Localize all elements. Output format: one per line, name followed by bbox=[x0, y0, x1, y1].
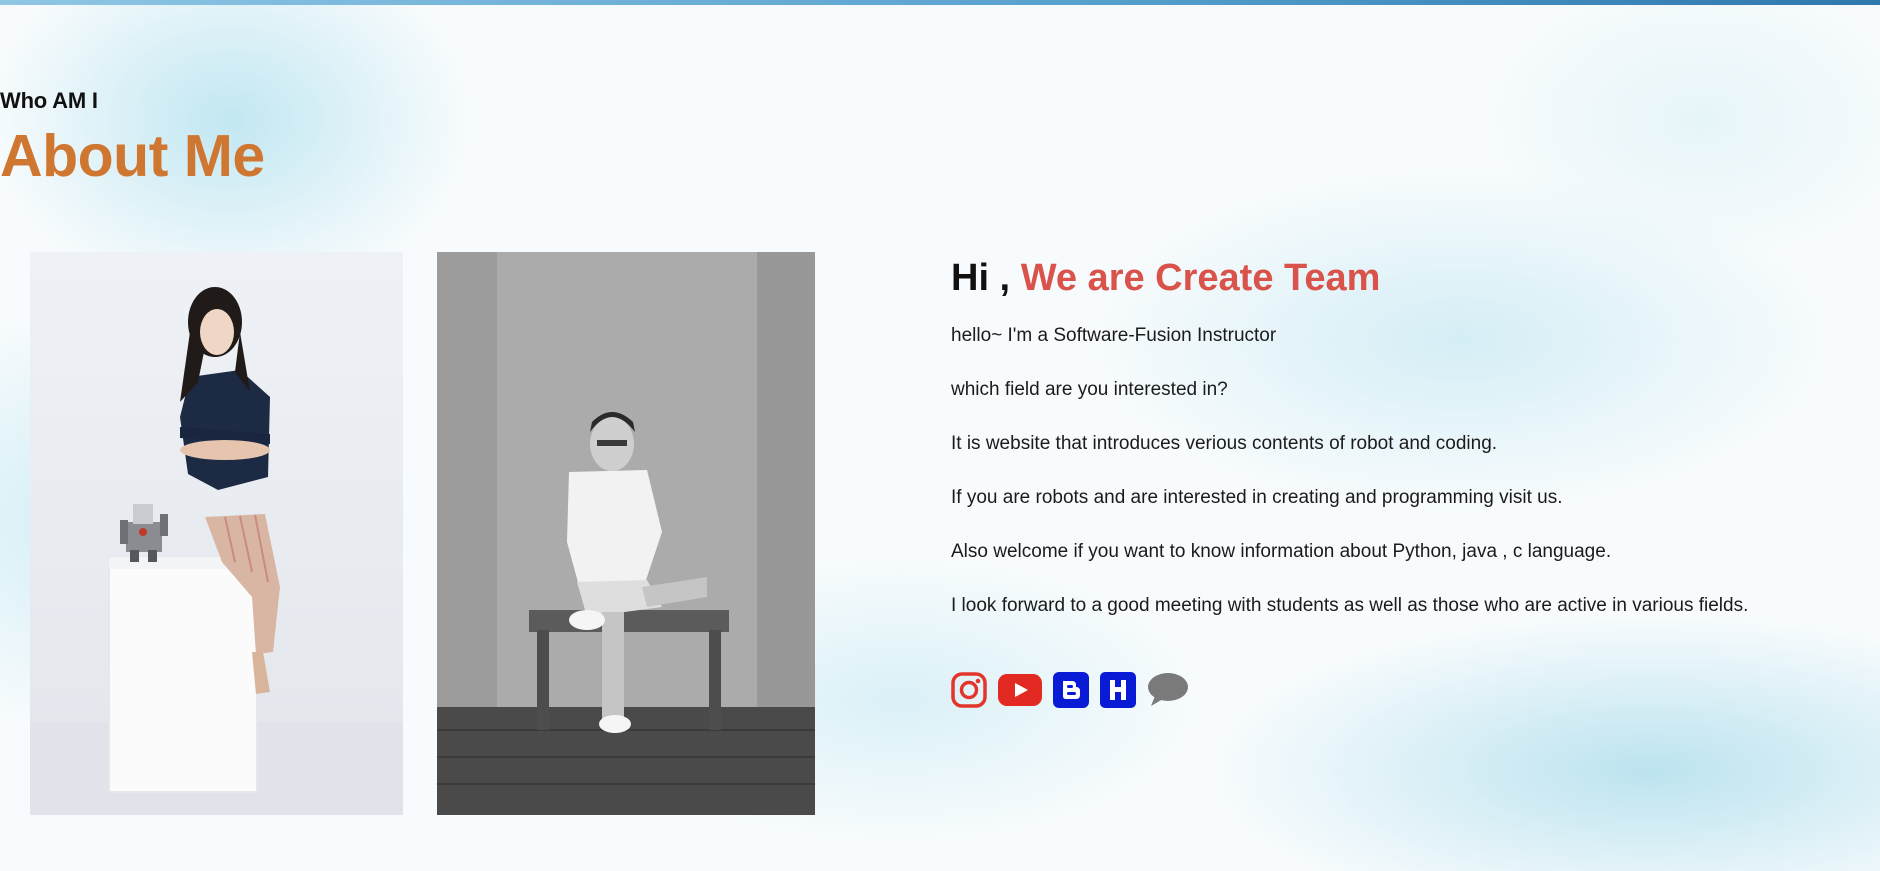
team-name-text: We are Create Team bbox=[1020, 257, 1381, 299]
top-accent-bar bbox=[0, 0, 1880, 5]
woman-photo-illustration bbox=[30, 287, 403, 815]
team-photo-woman bbox=[30, 252, 403, 815]
team-photo-man bbox=[437, 252, 815, 815]
h-icon[interactable] bbox=[1100, 672, 1136, 708]
intro-paragraph: hello~ I'm a Software-Fusion Instructor bbox=[951, 325, 1277, 346]
robot-figure bbox=[120, 504, 168, 562]
intro-paragraph: If you are robots and are interested in … bbox=[951, 487, 1563, 508]
chat-bubble-icon[interactable] bbox=[1147, 672, 1189, 708]
section-title: About Me bbox=[0, 123, 265, 189]
youtube-icon[interactable] bbox=[998, 674, 1042, 706]
man-photo-illustration bbox=[437, 252, 815, 815]
greeting-text: Hi , bbox=[951, 257, 1011, 299]
intro-paragraph: Also welcome if you want to know informa… bbox=[951, 541, 1612, 562]
instagram-icon[interactable] bbox=[951, 672, 987, 708]
intro-paragraph: It is website that introduces verious co… bbox=[951, 433, 1498, 454]
social-links bbox=[951, 672, 1189, 708]
section-subtitle: Who AM I bbox=[0, 88, 98, 113]
intro-paragraph: which field are you interested in? bbox=[951, 379, 1228, 400]
intro-heading: Hi , We are Create Team bbox=[951, 257, 1381, 300]
blogger-icon[interactable] bbox=[1053, 672, 1089, 708]
intro-paragraph: I look forward to a good meeting with st… bbox=[951, 595, 1749, 616]
